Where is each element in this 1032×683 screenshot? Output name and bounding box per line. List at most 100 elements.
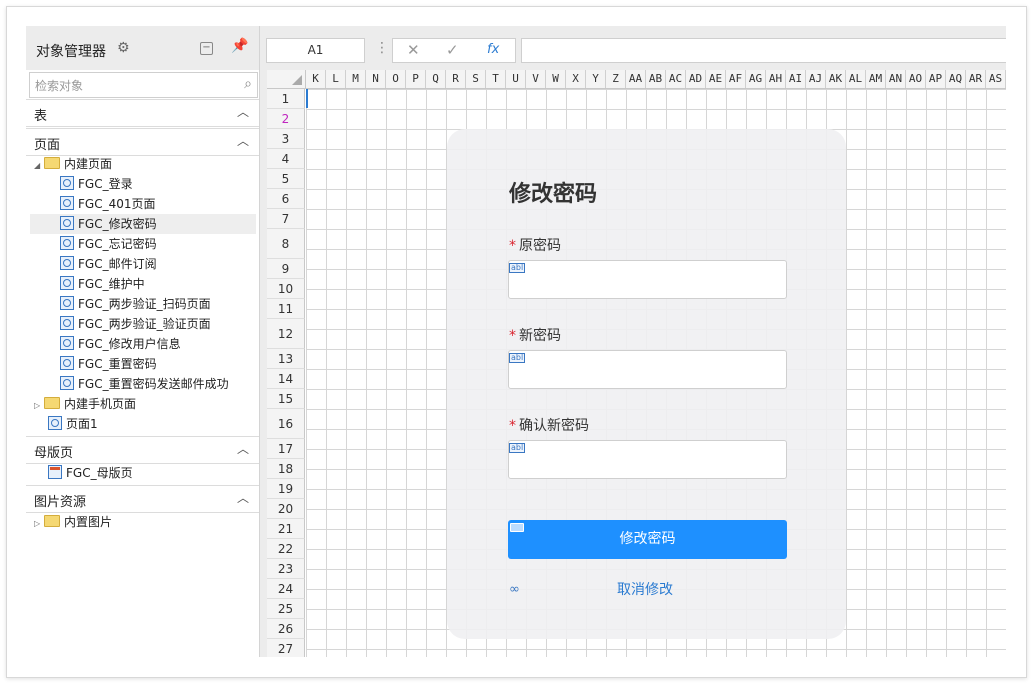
row-header[interactable]: 24 <box>267 579 305 599</box>
column-header[interactable]: AP <box>926 70 946 88</box>
row-header[interactable]: 11 <box>267 299 305 319</box>
row-header[interactable]: 25 <box>267 599 305 619</box>
row-header[interactable]: 26 <box>267 619 305 639</box>
column-header[interactable]: AL <box>846 70 866 88</box>
column-header[interactable]: S <box>466 70 486 88</box>
column-header[interactable]: X <box>566 70 586 88</box>
expand-triangle-icon[interactable]: ▷ <box>34 396 44 416</box>
column-header[interactable]: Q <box>426 70 446 88</box>
section-master[interactable]: 母版页 ︿ <box>26 436 259 464</box>
column-header[interactable]: AB <box>646 70 666 88</box>
row-header[interactable]: 19 <box>267 479 305 499</box>
collapse-all-icon[interactable]: − <box>200 42 213 55</box>
row-header[interactable]: 23 <box>267 559 305 579</box>
search-icon[interactable]: ⌕ <box>244 76 252 92</box>
tree-page-item[interactable]: FGC_修改用户信息 <box>60 334 181 354</box>
row-header[interactable]: 16 <box>267 409 305 439</box>
chevron-up-icon[interactable]: ︿ <box>237 489 249 506</box>
column-header[interactable]: AJ <box>806 70 826 88</box>
row-header[interactable]: 1 <box>267 89 305 109</box>
column-header[interactable]: Z <box>606 70 626 88</box>
row-header[interactable]: 3 <box>267 129 305 149</box>
section-pages[interactable]: 页面 ︿ <box>26 128 259 156</box>
column-header[interactable]: AH <box>766 70 786 88</box>
column-header[interactable]: O <box>386 70 406 88</box>
chevron-up-icon[interactable]: ︿ <box>237 103 249 120</box>
column-header[interactable]: N <box>366 70 386 88</box>
fx-icon[interactable]: fx <box>487 42 499 57</box>
select-all-corner[interactable] <box>267 70 306 88</box>
column-header[interactable]: K <box>306 70 326 88</box>
row-header[interactable]: 9 <box>267 259 305 279</box>
spreadsheet-grid[interactable]: K L M N O P Q R S T U V W X Y Z AA AB AC AD AE AF AG AH AI AJ AK AL… <box>267 70 1006 657</box>
column-header[interactable]: W <box>546 70 566 88</box>
column-header[interactable]: AO <box>906 70 926 88</box>
column-header[interactable]: AS <box>986 70 1006 88</box>
tree-folder-builtin-images[interactable]: ▷ 内置图片 <box>34 512 112 532</box>
column-header[interactable]: L <box>326 70 346 88</box>
tree-page-item[interactable]: FGC_两步验证_扫码页面 <box>60 294 211 314</box>
column-header[interactable]: AK <box>826 70 846 88</box>
row-header[interactable]: 20 <box>267 499 305 519</box>
old-password-input[interactable]: abl <box>508 260 787 299</box>
section-tables[interactable]: 表 ︿ <box>26 99 259 127</box>
tree-page-item[interactable]: FGC_忘记密码 <box>60 234 157 254</box>
tree-page-item[interactable]: FGC_登录 <box>60 174 133 194</box>
column-header[interactable]: AF <box>726 70 746 88</box>
column-header[interactable]: AN <box>886 70 906 88</box>
column-header[interactable]: AM <box>866 70 886 88</box>
chevron-up-icon[interactable]: ︿ <box>237 440 249 457</box>
expand-triangle-icon[interactable]: ▷ <box>34 514 44 534</box>
column-header[interactable]: T <box>486 70 506 88</box>
tree-page-item[interactable]: 页面1 <box>48 414 98 434</box>
row-header[interactable]: 13 <box>267 349 305 369</box>
row-header[interactable]: 27 <box>267 639 305 657</box>
tree-page-item[interactable]: FGC_401页面 <box>60 194 156 214</box>
tree-page-item-selected[interactable]: FGC_修改密码 <box>30 214 256 234</box>
row-header[interactable]: 10 <box>267 279 305 299</box>
tree-page-item[interactable]: FGC_维护中 <box>60 274 145 294</box>
column-header[interactable]: V <box>526 70 546 88</box>
column-header[interactable]: AQ <box>946 70 966 88</box>
column-header[interactable]: R <box>446 70 466 88</box>
column-header[interactable]: AE <box>706 70 726 88</box>
row-header[interactable]: 17 <box>267 439 305 459</box>
expand-triangle-icon[interactable]: ◢ <box>34 156 44 176</box>
column-header[interactable]: M <box>346 70 366 88</box>
pin-icon[interactable]: 📌 <box>231 38 248 54</box>
cancel-formula-icon[interactable]: ✕ <box>407 41 420 59</box>
tree-page-item[interactable]: FGC_重置密码发送邮件成功 <box>60 374 229 394</box>
column-header[interactable]: AD <box>686 70 706 88</box>
cell-name-box[interactable]: A1 <box>266 38 365 63</box>
section-images[interactable]: 图片资源 ︿ <box>26 485 259 513</box>
row-header[interactable]: 21 <box>267 519 305 539</box>
column-header[interactable]: AI <box>786 70 806 88</box>
row-header[interactable]: 4 <box>267 149 305 169</box>
tree-page-item[interactable]: FGC_重置密码 <box>60 354 157 374</box>
row-header[interactable]: 12 <box>267 319 305 349</box>
chevron-up-icon[interactable]: ︿ <box>237 132 249 149</box>
column-header[interactable]: AG <box>746 70 766 88</box>
cancel-change-link[interactable]: 取消修改 <box>617 579 673 599</box>
new-password-input[interactable]: abl <box>508 350 787 389</box>
column-header[interactable]: P <box>406 70 426 88</box>
row-header[interactable]: 8 <box>267 229 305 259</box>
submit-change-password-button[interactable]: 修改密码 <box>508 520 787 559</box>
confirm-formula-icon[interactable]: ✓ <box>446 41 459 59</box>
column-header[interactable]: AR <box>966 70 986 88</box>
tree-page-item[interactable]: FGC_邮件订阅 <box>60 254 157 274</box>
confirm-password-input[interactable]: abl <box>508 440 787 479</box>
row-header[interactable]: 15 <box>267 389 305 409</box>
tree-folder-builtin-pages[interactable]: ◢ 内建页面 <box>34 154 112 174</box>
tree-page-item[interactable]: FGC_两步验证_验证页面 <box>60 314 211 334</box>
tree-master-item[interactable]: FGC_母版页 <box>48 463 133 483</box>
column-header[interactable]: Y <box>586 70 606 88</box>
column-header[interactable]: AA <box>626 70 646 88</box>
row-header[interactable]: 14 <box>267 369 305 389</box>
column-header[interactable]: AC <box>666 70 686 88</box>
column-header[interactable]: U <box>506 70 526 88</box>
search-input[interactable]: 检索对象 ⌕ <box>29 72 258 98</box>
row-header[interactable]: 5 <box>267 169 305 189</box>
tree-folder-builtin-mobile[interactable]: ▷ 内建手机页面 <box>34 394 136 414</box>
formula-input[interactable] <box>521 38 1006 63</box>
